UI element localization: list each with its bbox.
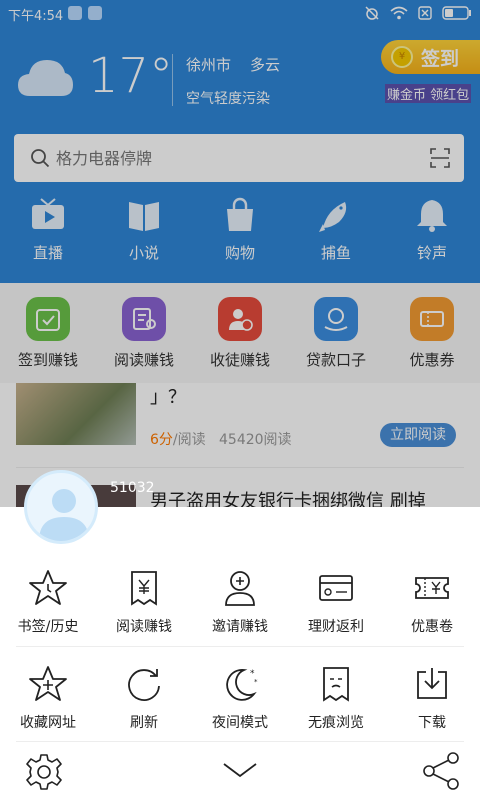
menu-label: 下载 bbox=[418, 715, 446, 731]
menu-read-earn[interactable]: 阅读赚钱 bbox=[96, 568, 192, 636]
menu-incognito[interactable]: 无痕浏览 bbox=[288, 664, 384, 732]
menu-download[interactable]: 下载 bbox=[384, 664, 480, 732]
svg-text:*: * bbox=[254, 678, 258, 686]
menu-label: 刷新 bbox=[130, 715, 158, 731]
menu-row-2: 收藏网址 刷新 * * 夜间模式 无痕浏览 下载 bbox=[0, 664, 480, 732]
credit-card-icon bbox=[319, 575, 353, 601]
menu-refresh[interactable]: 刷新 bbox=[96, 664, 192, 732]
star-icon bbox=[29, 570, 67, 605]
gear-icon[interactable] bbox=[24, 752, 64, 792]
menu-label: 阅读赚钱 bbox=[116, 619, 172, 635]
menu-label: 收藏网址 bbox=[20, 715, 76, 731]
menu-bookmarks-history[interactable]: 书签/历史 bbox=[0, 568, 96, 636]
menu-label: 理财返利 bbox=[308, 619, 364, 635]
dim-overlay[interactable] bbox=[0, 0, 480, 513]
receipt-yen-icon bbox=[131, 571, 157, 606]
menu-label: 邀请赚钱 bbox=[212, 619, 268, 635]
menu-save-url[interactable]: 收藏网址 bbox=[0, 664, 96, 732]
avatar[interactable] bbox=[24, 470, 98, 544]
sheet-bottom-bar bbox=[0, 744, 480, 800]
menu-label: 夜间模式 bbox=[212, 715, 268, 731]
menu-night-mode[interactable]: * * 夜间模式 bbox=[192, 664, 288, 732]
share-icon[interactable] bbox=[420, 750, 462, 792]
browser-screen: 下午4:54 17° 徐州市 多云 空气轻度污染 ¥ 签到 赚金币 领红包 格力… bbox=[0, 0, 480, 800]
menu-coupons[interactable]: 优惠卷 bbox=[384, 568, 480, 636]
refresh-icon bbox=[128, 669, 160, 701]
divider bbox=[16, 646, 464, 647]
download-icon bbox=[417, 668, 447, 699]
moon-icon: ** bbox=[226, 669, 258, 701]
incognito-icon bbox=[323, 667, 349, 702]
menu-invite-earn[interactable]: 邀请赚钱 bbox=[192, 568, 288, 636]
star-plus-icon bbox=[29, 666, 67, 701]
menu-finance-rebate[interactable]: 理财返利 bbox=[288, 568, 384, 636]
menu-label: 书签/历史 bbox=[17, 619, 79, 635]
menu-label: 优惠卷 bbox=[411, 619, 453, 635]
ticket-icon bbox=[415, 577, 449, 599]
menu-row-1: 书签/历史 阅读赚钱 邀请赚钱 理财返利 优惠卷 bbox=[0, 568, 480, 636]
chevron-down-icon[interactable] bbox=[220, 758, 260, 782]
menu-label: 无痕浏览 bbox=[308, 715, 364, 731]
invite-user-icon bbox=[225, 571, 255, 606]
divider bbox=[16, 741, 464, 742]
user-id: 51032 bbox=[110, 480, 155, 496]
